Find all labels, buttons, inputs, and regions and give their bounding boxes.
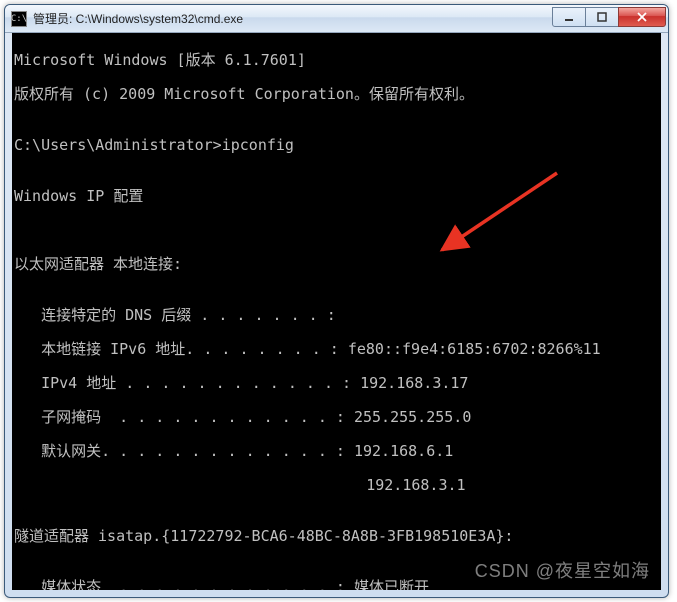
output-line: IPv4 地址 . . . . . . . . . . . . : 192.16…: [14, 375, 659, 392]
titlebar[interactable]: C:\ 管理员: C:\Windows\system32\cmd.exe: [5, 5, 668, 33]
output-line: 192.168.3.1: [14, 477, 659, 494]
output-line: 版权所有 (c) 2009 Microsoft Corporation。保留所有…: [14, 86, 659, 103]
window-title: 管理员: C:\Windows\system32\cmd.exe: [33, 10, 553, 27]
output-line: 子网掩码 . . . . . . . . . . . . : 255.255.2…: [14, 409, 659, 426]
output-line: 默认网关. . . . . . . . . . . . . : 192.168.…: [14, 443, 659, 460]
window-controls: [553, 7, 666, 27]
output-line: Windows IP 配置: [14, 188, 659, 205]
close-button[interactable]: [618, 7, 666, 27]
output-line: 连接特定的 DNS 后缀 . . . . . . . :: [14, 307, 659, 324]
watermark: CSDN @夜星空如海: [475, 557, 650, 583]
output-line: Microsoft Windows [版本 6.1.7601]: [14, 52, 659, 69]
maximize-button[interactable]: [585, 7, 619, 27]
annotation-arrow-icon: [432, 168, 562, 263]
terminal-output[interactable]: Microsoft Windows [版本 6.1.7601] 版权所有 (c)…: [12, 33, 661, 590]
cmd-window: C:\ 管理员: C:\Windows\system32\cmd.exe Mic…: [4, 4, 669, 598]
section-header: 以太网适配器 本地连接:: [14, 256, 659, 273]
cmd-icon: C:\: [11, 11, 27, 27]
minimize-button[interactable]: [552, 7, 586, 27]
output-line: 本地链接 IPv6 地址. . . . . . . . : fe80::f9e4…: [14, 341, 659, 358]
prompt-line: C:\Users\Administrator>ipconfig: [14, 137, 659, 154]
section-header: 隧道适配器 isatap.{11722792-BCA6-48BC-8A8B-3F…: [14, 528, 659, 545]
